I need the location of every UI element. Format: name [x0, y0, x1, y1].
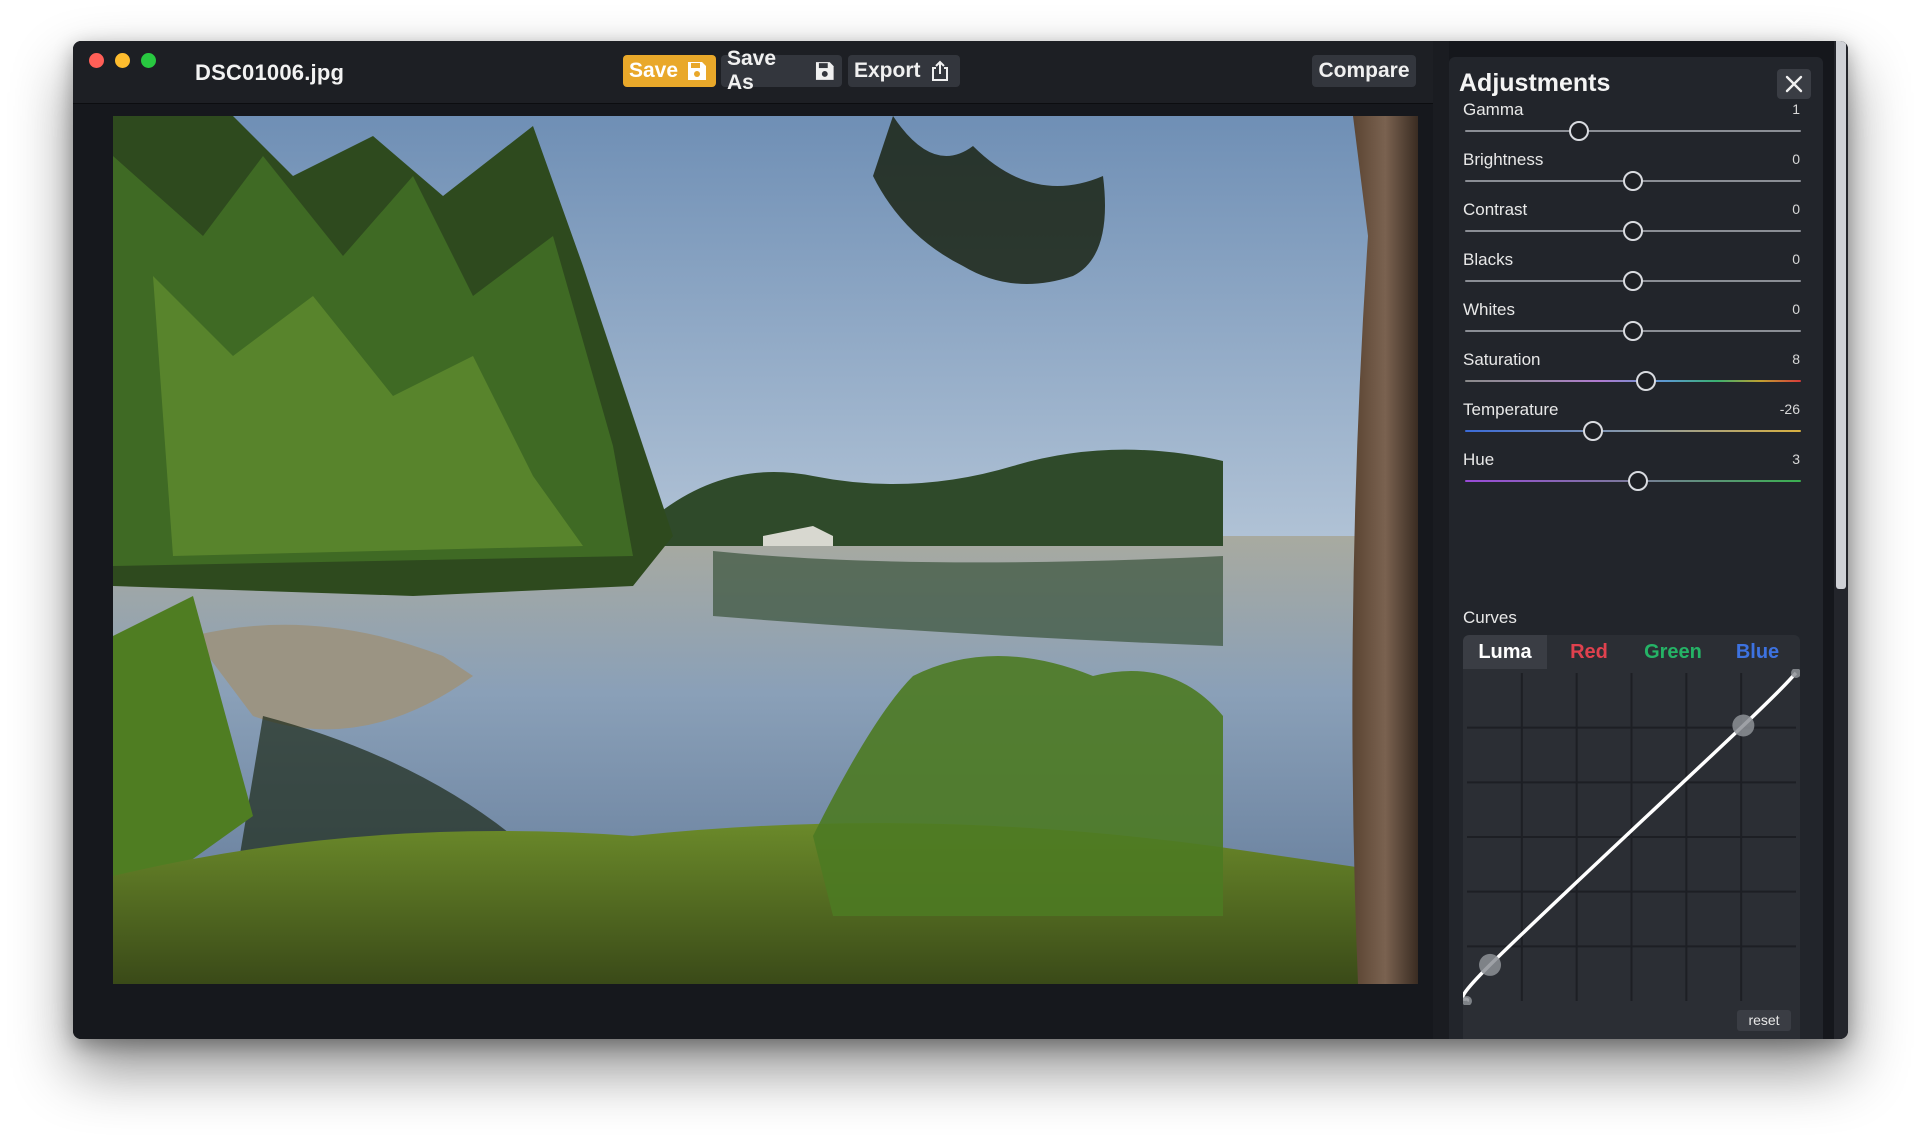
slider-label: Saturation — [1463, 350, 1541, 369]
reset-curves-button[interactable]: reset — [1737, 1010, 1791, 1031]
slider-thumb[interactable] — [1623, 221, 1643, 241]
save-as-label: Save As — [727, 47, 777, 94]
curve-control-point[interactable] — [1463, 996, 1472, 1005]
image-canvas — [73, 104, 1433, 1039]
save-button[interactable]: Save — [623, 55, 716, 87]
curve-control-point[interactable] — [1732, 714, 1755, 737]
window-maximize-button[interactable] — [141, 53, 156, 68]
slider-label: Blacks — [1463, 250, 1514, 269]
panel-gutter — [1433, 41, 1449, 1039]
adjustments-panel: Adjustments Gamma 1 Brightness 0 Contrast 0 Bl… — [1449, 57, 1823, 1039]
slider-value: 0 — [1792, 251, 1800, 267]
app-window: DSC01006.jpg Save Save As Export Compare… — [73, 41, 1848, 1039]
slider-label: Gamma — [1463, 100, 1524, 119]
curve-channel-tabs: Luma Red Green Blue — [1463, 635, 1800, 669]
tab-green[interactable]: Green — [1631, 635, 1715, 669]
title-bar: DSC01006.jpg Save Save As Export Compare — [73, 41, 1433, 104]
save-as-button[interactable]: Save As — [721, 47, 842, 94]
slider-thumb[interactable] — [1623, 271, 1643, 291]
slider-track[interactable] — [1465, 430, 1801, 432]
adjustments-title: Adjustments — [1459, 69, 1611, 97]
curves-editor: Luma Red Green Blue reset — [1463, 635, 1800, 1039]
slider-value: 1 — [1792, 101, 1800, 117]
slider-value: 0 — [1792, 301, 1800, 317]
slider-label: Whites — [1463, 300, 1515, 319]
slider-value: -26 — [1779, 401, 1800, 417]
slider-value: 3 — [1792, 451, 1800, 467]
slider-value: 0 — [1792, 151, 1800, 167]
slider-thumb[interactable] — [1636, 371, 1657, 391]
landscape-photo — [113, 116, 1418, 984]
compare-label: Compare — [1318, 59, 1410, 82]
floppy-disk-icon — [816, 62, 835, 80]
slider-label: Temperature — [1463, 400, 1559, 419]
slider-track[interactable] — [1465, 380, 1801, 382]
slider-thumb[interactable] — [1623, 171, 1643, 191]
slider-thumb[interactable] — [1628, 471, 1649, 491]
slider-thumb[interactable] — [1582, 421, 1603, 441]
slider-thumb[interactable] — [1569, 121, 1590, 141]
window-minimize-button[interactable] — [115, 53, 130, 68]
tab-blue[interactable]: Blue — [1715, 635, 1800, 669]
close-adjustments-button[interactable] — [1777, 69, 1811, 99]
slider-value: 0 — [1792, 201, 1800, 217]
compare-button[interactable]: Compare — [1312, 55, 1416, 87]
window-close-button[interactable] — [89, 53, 104, 68]
share-icon — [931, 60, 948, 81]
export-label: Export — [854, 59, 921, 82]
curves-label: Curves — [1463, 608, 1517, 627]
photo-preview[interactable] — [113, 116, 1418, 984]
floppy-disk-icon — [688, 62, 707, 80]
panel-scrollbar-thumb[interactable] — [1836, 41, 1846, 589]
curve-plot[interactable] — [1463, 669, 1800, 1005]
slider-thumb[interactable] — [1623, 321, 1643, 341]
slider-value: 8 — [1792, 351, 1800, 367]
slider-label: Contrast — [1463, 200, 1528, 219]
curve-control-point[interactable] — [1479, 953, 1502, 976]
slider-label: Hue — [1463, 450, 1495, 469]
slider-track[interactable] — [1465, 130, 1801, 132]
tab-luma[interactable]: Luma — [1463, 635, 1547, 669]
file-name: DSC01006.jpg — [195, 60, 345, 85]
close-icon — [1785, 75, 1803, 93]
slider-label: Brightness — [1463, 150, 1544, 169]
save-label: Save — [629, 59, 679, 82]
slider-hue: Hue 3 — [1463, 450, 1807, 510]
export-button[interactable]: Export — [848, 55, 960, 87]
tab-red[interactable]: Red — [1547, 635, 1631, 669]
